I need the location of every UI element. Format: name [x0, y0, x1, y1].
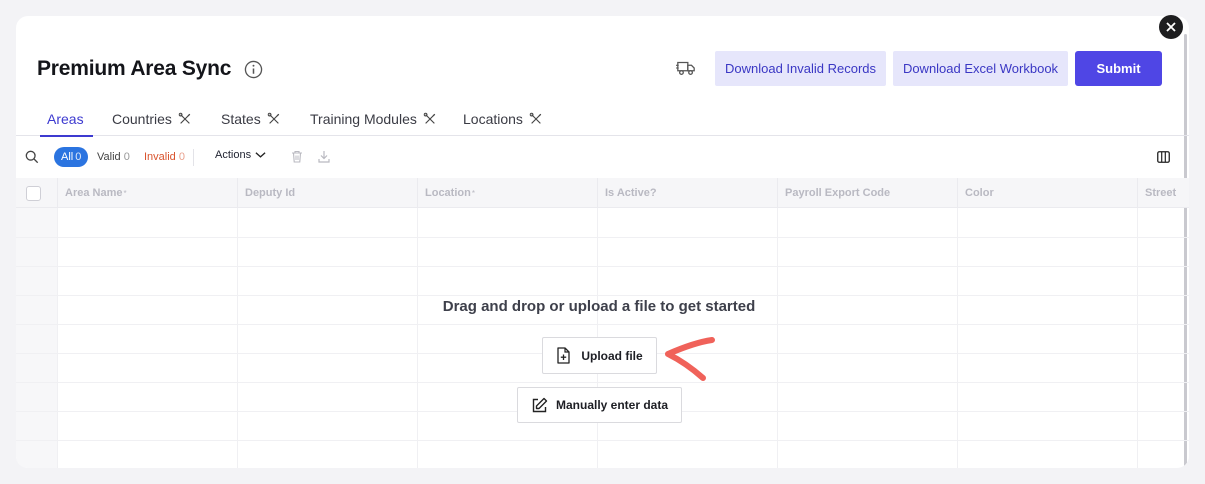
filter-label: Valid — [97, 151, 121, 163]
download-invalid-records-button[interactable]: Download Invalid Records — [715, 51, 886, 86]
chevron-down-icon — [255, 152, 266, 158]
tab-label: Countries — [112, 111, 172, 127]
column-divider — [777, 208, 778, 468]
info-icon[interactable] — [244, 60, 263, 79]
filter-invalid[interactable]: Invalid 0 — [144, 151, 185, 163]
column-header-color[interactable]: Color — [957, 178, 1137, 208]
file-plus-icon — [557, 347, 570, 364]
filter-count: 0 — [178, 151, 185, 163]
tab-label: States — [221, 111, 261, 127]
tab-countries[interactable]: Countries — [112, 102, 192, 136]
tab-bar: Areas Countries States Training Modules … — [16, 102, 1189, 137]
actions-label: Actions — [215, 149, 252, 161]
row-divider — [16, 324, 1189, 325]
required-mark: * — [471, 188, 475, 198]
select-all-checkbox[interactable] — [26, 186, 41, 201]
data-grid: Area Name * Deputy Id Location * Is Active… — [16, 178, 1189, 468]
column-header-location[interactable]: Location * — [417, 178, 597, 208]
filter-label: Invalid — [144, 151, 176, 163]
tools-icon — [529, 112, 542, 124]
column-header-payroll-export-code[interactable]: Payroll Export Code — [777, 178, 957, 208]
manually-enter-data-button[interactable]: Manually enter data — [517, 387, 682, 423]
column-header-street[interactable]: Street — [1137, 178, 1189, 208]
pointer-arrow-icon — [665, 337, 715, 381]
column-header-area-name[interactable]: Area Name * — [57, 178, 237, 208]
row-divider — [16, 295, 1189, 296]
search-icon[interactable] — [25, 150, 39, 164]
tools-icon — [423, 112, 436, 124]
modal-header: Premium Area Sync Download Invalid Recor… — [16, 16, 1189, 116]
trash-icon[interactable] — [291, 150, 303, 163]
column-header-deputy-id[interactable]: Deputy Id — [237, 178, 417, 208]
grid-header: Area Name * Deputy Id Location * Is Active… — [16, 178, 1189, 208]
submit-button[interactable]: Submit — [1075, 51, 1162, 86]
column-label: Location — [425, 187, 471, 199]
edit-icon — [532, 397, 548, 412]
filter-all[interactable]: All 0 — [54, 147, 89, 167]
row-number-column — [16, 208, 57, 468]
upload-file-button[interactable]: Upload file — [542, 337, 657, 374]
tab-label: Training Modules — [310, 111, 417, 127]
row-divider — [16, 266, 1189, 267]
truck-icon[interactable] — [676, 59, 696, 77]
manually-enter-data-label: Manually enter data — [555, 398, 669, 412]
download-icon[interactable] — [318, 150, 330, 163]
columns-icon[interactable] — [1157, 151, 1170, 163]
tools-icon — [267, 112, 279, 124]
row-divider — [16, 382, 1189, 383]
column-label: Area Name — [65, 187, 123, 199]
column-divider — [237, 208, 238, 468]
page-title: Premium Area Sync — [37, 57, 232, 80]
filter-count: 0 — [75, 151, 82, 163]
close-button[interactable] — [1159, 15, 1183, 39]
column-label: Color — [965, 187, 994, 199]
toolbar-divider — [193, 149, 194, 166]
filter-valid[interactable]: Valid 0 — [97, 151, 130, 163]
tab-areas[interactable]: Areas — [40, 102, 93, 137]
tab-states[interactable]: States — [221, 102, 281, 136]
tab-training-modules[interactable]: Training Modules — [310, 102, 437, 136]
tools-icon — [178, 112, 191, 124]
modal-dialog: Premium Area Sync Download Invalid Recor… — [16, 16, 1189, 468]
tab-label: Areas — [47, 111, 84, 127]
column-divider — [57, 208, 58, 468]
column-divider — [957, 208, 958, 468]
column-header-is-active[interactable]: Is Active? — [597, 178, 777, 208]
empty-state-message: Drag and drop or upload a file to get st… — [442, 298, 756, 315]
column-label: Payroll Export Code — [785, 187, 891, 199]
row-divider — [16, 440, 1189, 441]
column-label: Deputy Id — [245, 187, 296, 199]
required-mark: * — [123, 188, 127, 198]
column-label: Street — [1145, 187, 1177, 199]
upload-file-label: Upload file — [581, 348, 643, 363]
grid-toolbar: All 0 Valid 0 Invalid 0 Actions — [16, 136, 1189, 178]
close-icon — [1166, 22, 1176, 32]
filter-label: All — [61, 151, 74, 163]
tab-label: Locations — [463, 111, 523, 127]
column-label: Is Active? — [605, 187, 657, 199]
column-divider — [1137, 208, 1138, 468]
column-divider — [417, 208, 418, 468]
actions-dropdown[interactable]: Actions — [215, 149, 266, 161]
tab-locations[interactable]: Locations — [463, 102, 543, 136]
filter-count: 0 — [123, 151, 130, 163]
row-divider — [16, 237, 1189, 238]
download-excel-workbook-button[interactable]: Download Excel Workbook — [893, 51, 1068, 86]
